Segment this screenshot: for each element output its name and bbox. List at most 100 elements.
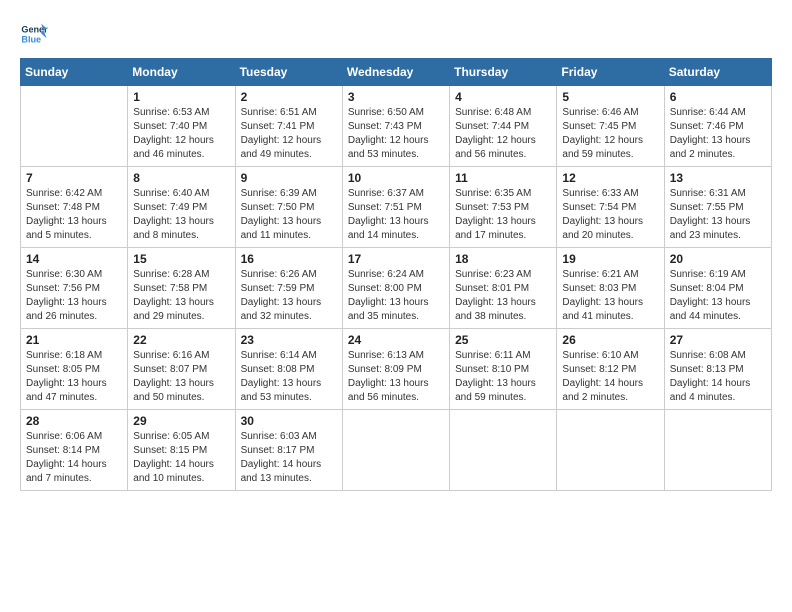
calendar-cell: 23 Sunrise: 6:14 AMSunset: 8:08 PMDayligh… — [235, 329, 342, 410]
day-info: Sunrise: 6:39 AMSunset: 7:50 PMDaylight:… — [241, 187, 337, 243]
day-info: Sunrise: 6:42 AMSunset: 7:48 PMDaylight:… — [26, 187, 122, 243]
day-number: 23 — [241, 333, 337, 347]
day-number: 1 — [133, 90, 229, 104]
day-number: 7 — [26, 171, 122, 185]
calendar-cell: 8Sunrise: 6:40 AMSunset: 7:49 PMDaylight… — [128, 167, 235, 248]
column-header-wednesday: Wednesday — [342, 59, 449, 86]
column-header-sunday: Sunday — [21, 59, 128, 86]
day-number: 6 — [670, 90, 766, 104]
calendar-cell: 17 Sunrise: 6:24 AMSunset: 8:00 PMDayligh… — [342, 248, 449, 329]
day-number: 4 — [455, 90, 551, 104]
day-number: 3 — [348, 90, 444, 104]
day-info: Sunrise: 6:16 AMSunset: 8:07 PMDaylight:… — [133, 349, 229, 405]
calendar-cell: 28 Sunrise: 6:06 AMSunset: 8:14 PMDayligh… — [21, 410, 128, 491]
column-header-tuesday: Tuesday — [235, 59, 342, 86]
day-number: 30 — [241, 414, 337, 428]
day-info: Sunrise: 6:24 AMSunset: 8:00 PMDaylight:… — [348, 268, 444, 324]
day-info: Sunrise: 6:53 AMSunset: 7:40 PMDaylight:… — [133, 106, 229, 162]
day-number: 21 — [26, 333, 122, 347]
day-info: Sunrise: 6:08 AMSunset: 8:13 PMDaylight:… — [670, 349, 766, 405]
column-header-thursday: Thursday — [450, 59, 557, 86]
calendar-cell: 27 Sunrise: 6:08 AMSunset: 8:13 PMDayligh… — [664, 329, 771, 410]
day-info: Sunrise: 6:06 AMSunset: 8:14 PMDaylight:… — [26, 430, 122, 486]
calendar-cell — [342, 410, 449, 491]
calendar-cell: 25 Sunrise: 6:11 AMSunset: 8:10 PMDayligh… — [450, 329, 557, 410]
calendar-cell: 15 Sunrise: 6:28 AMSunset: 7:58 PMDayligh… — [128, 248, 235, 329]
calendar-cell: 4 Sunrise: 6:48 AMSunset: 7:44 PMDaylight… — [450, 86, 557, 167]
day-info: Sunrise: 6:31 AMSunset: 7:55 PMDaylight:… — [670, 187, 766, 243]
calendar-cell: 9 Sunrise: 6:39 AMSunset: 7:50 PMDaylight… — [235, 167, 342, 248]
calendar-table: SundayMondayTuesdayWednesdayThursdayFrid… — [20, 58, 772, 491]
day-number: 16 — [241, 252, 337, 266]
calendar-cell: 3 Sunrise: 6:50 AMSunset: 7:43 PMDaylight… — [342, 86, 449, 167]
day-number: 19 — [562, 252, 658, 266]
day-info: Sunrise: 6:18 AMSunset: 8:05 PMDaylight:… — [26, 349, 122, 405]
svg-text:Blue: Blue — [21, 34, 41, 44]
calendar-cell — [664, 410, 771, 491]
day-number: 17 — [348, 252, 444, 266]
day-info: Sunrise: 6:46 AMSunset: 7:45 PMDaylight:… — [562, 106, 658, 162]
day-info: Sunrise: 6:50 AMSunset: 7:43 PMDaylight:… — [348, 106, 444, 162]
day-number: 9 — [241, 171, 337, 185]
day-number: 29 — [133, 414, 229, 428]
calendar-week-5: 28 Sunrise: 6:06 AMSunset: 8:14 PMDayligh… — [21, 410, 772, 491]
calendar-cell — [450, 410, 557, 491]
day-number: 25 — [455, 333, 551, 347]
calendar-cell: 24Sunrise: 6:13 AMSunset: 8:09 PMDayligh… — [342, 329, 449, 410]
calendar-cell: 6 Sunrise: 6:44 AMSunset: 7:46 PMDaylight… — [664, 86, 771, 167]
calendar-week-2: 7 Sunrise: 6:42 AMSunset: 7:48 PMDaylight… — [21, 167, 772, 248]
day-number: 20 — [670, 252, 766, 266]
day-number: 15 — [133, 252, 229, 266]
day-number: 14 — [26, 252, 122, 266]
day-info: Sunrise: 6:05 AMSunset: 8:15 PMDaylight:… — [133, 430, 229, 486]
calendar-cell: 10Sunrise: 6:37 AMSunset: 7:51 PMDayligh… — [342, 167, 449, 248]
calendar-cell: 5 Sunrise: 6:46 AMSunset: 7:45 PMDaylight… — [557, 86, 664, 167]
calendar-week-3: 14 Sunrise: 6:30 AMSunset: 7:56 PMDayligh… — [21, 248, 772, 329]
calendar-cell: 20 Sunrise: 6:19 AMSunset: 8:04 PMDayligh… — [664, 248, 771, 329]
day-info: Sunrise: 6:10 AMSunset: 8:12 PMDaylight:… — [562, 349, 658, 405]
day-info: Sunrise: 6:40 AMSunset: 7:49 PMDaylight:… — [133, 187, 229, 243]
calendar-header-row: SundayMondayTuesdayWednesdayThursdayFrid… — [21, 59, 772, 86]
day-info: Sunrise: 6:23 AMSunset: 8:01 PMDaylight:… — [455, 268, 551, 324]
calendar-cell: 18 Sunrise: 6:23 AMSunset: 8:01 PMDayligh… — [450, 248, 557, 329]
day-info: Sunrise: 6:11 AMSunset: 8:10 PMDaylight:… — [455, 349, 551, 405]
calendar-cell: 22 Sunrise: 6:16 AMSunset: 8:07 PMDayligh… — [128, 329, 235, 410]
calendar-cell: 14 Sunrise: 6:30 AMSunset: 7:56 PMDayligh… — [21, 248, 128, 329]
calendar-cell: 26 Sunrise: 6:10 AMSunset: 8:12 PMDayligh… — [557, 329, 664, 410]
calendar-cell — [21, 86, 128, 167]
day-info: Sunrise: 6:44 AMSunset: 7:46 PMDaylight:… — [670, 106, 766, 162]
day-number: 24 — [348, 333, 444, 347]
logo-icon: General Blue — [20, 20, 48, 48]
calendar-cell: 16 Sunrise: 6:26 AMSunset: 7:59 PMDayligh… — [235, 248, 342, 329]
day-number: 2 — [241, 90, 337, 104]
calendar-cell: 29 Sunrise: 6:05 AMSunset: 8:15 PMDayligh… — [128, 410, 235, 491]
day-number: 22 — [133, 333, 229, 347]
day-info: Sunrise: 6:14 AMSunset: 8:08 PMDaylight:… — [241, 349, 337, 405]
logo: General Blue — [20, 20, 52, 48]
day-number: 10 — [348, 171, 444, 185]
day-number: 12 — [562, 171, 658, 185]
day-info: Sunrise: 6:28 AMSunset: 7:58 PMDaylight:… — [133, 268, 229, 324]
calendar-cell: 13 Sunrise: 6:31 AMSunset: 7:55 PMDayligh… — [664, 167, 771, 248]
calendar-week-1: 1 Sunrise: 6:53 AMSunset: 7:40 PMDaylight… — [21, 86, 772, 167]
day-number: 11 — [455, 171, 551, 185]
day-number: 27 — [670, 333, 766, 347]
day-info: Sunrise: 6:30 AMSunset: 7:56 PMDaylight:… — [26, 268, 122, 324]
day-number: 5 — [562, 90, 658, 104]
calendar-cell: 30Sunrise: 6:03 AMSunset: 8:17 PMDayligh… — [235, 410, 342, 491]
calendar-week-4: 21 Sunrise: 6:18 AMSunset: 8:05 PMDayligh… — [21, 329, 772, 410]
day-info: Sunrise: 6:48 AMSunset: 7:44 PMDaylight:… — [455, 106, 551, 162]
day-info: Sunrise: 6:19 AMSunset: 8:04 PMDaylight:… — [670, 268, 766, 324]
day-number: 13 — [670, 171, 766, 185]
day-number: 28 — [26, 414, 122, 428]
day-number: 18 — [455, 252, 551, 266]
calendar-cell: 21 Sunrise: 6:18 AMSunset: 8:05 PMDayligh… — [21, 329, 128, 410]
calendar-cell — [557, 410, 664, 491]
calendar-cell: 11 Sunrise: 6:35 AMSunset: 7:53 PMDayligh… — [450, 167, 557, 248]
day-info: Sunrise: 6:26 AMSunset: 7:59 PMDaylight:… — [241, 268, 337, 324]
calendar-cell: 12Sunrise: 6:33 AMSunset: 7:54 PMDayligh… — [557, 167, 664, 248]
day-number: 26 — [562, 333, 658, 347]
day-info: Sunrise: 6:35 AMSunset: 7:53 PMDaylight:… — [455, 187, 551, 243]
calendar-cell: 7 Sunrise: 6:42 AMSunset: 7:48 PMDaylight… — [21, 167, 128, 248]
day-info: Sunrise: 6:21 AMSunset: 8:03 PMDaylight:… — [562, 268, 658, 324]
